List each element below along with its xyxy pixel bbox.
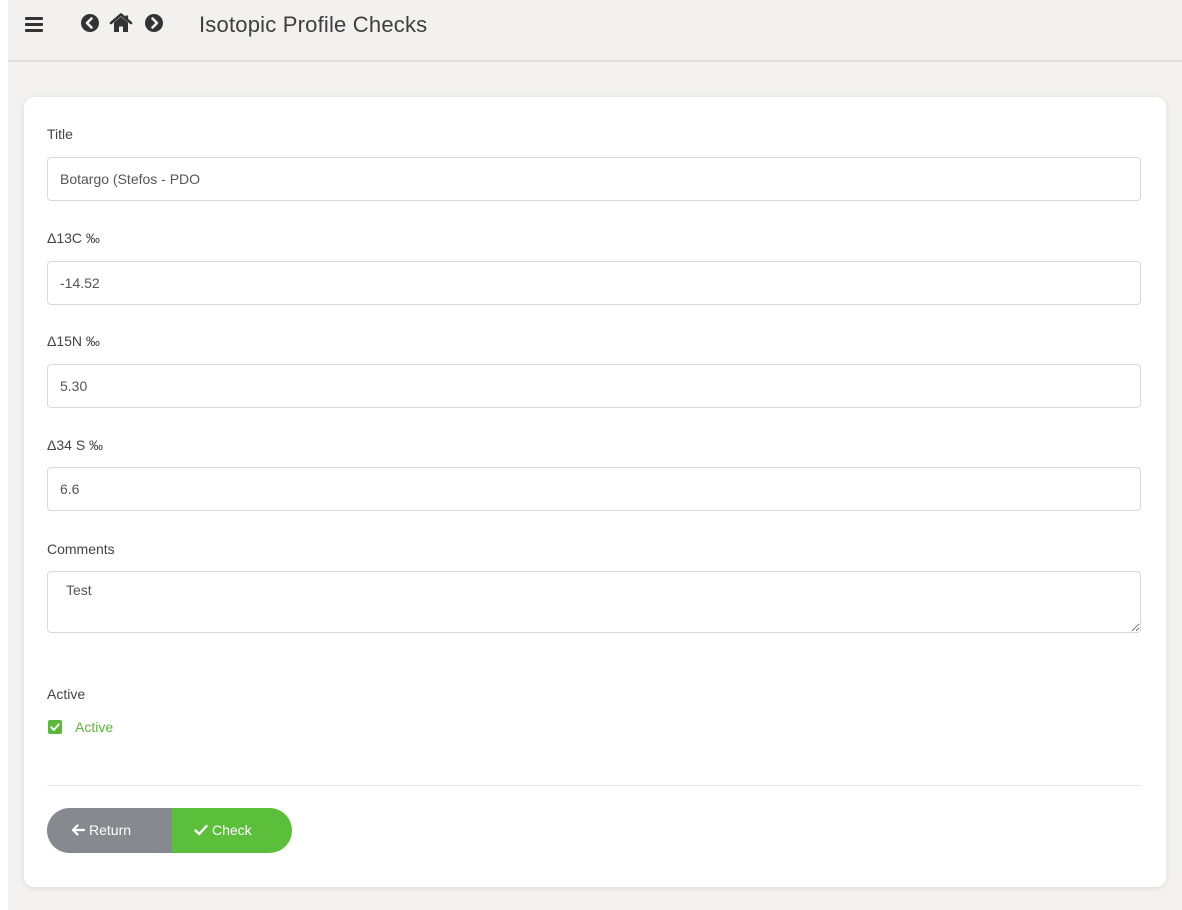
title-label: Title bbox=[47, 126, 73, 142]
back-icon[interactable] bbox=[80, 13, 100, 33]
delta15n-label: Δ15N ‰ bbox=[47, 333, 100, 349]
delta34s-input[interactable] bbox=[47, 467, 1141, 511]
active-checkbox-label[interactable]: Active bbox=[75, 718, 113, 736]
check-icon bbox=[194, 824, 208, 836]
check-button[interactable]: Check bbox=[172, 808, 292, 853]
home-icon[interactable] bbox=[109, 13, 133, 33]
form-divider bbox=[47, 785, 1141, 786]
delta13c-label: Δ13C ‰ bbox=[47, 230, 100, 246]
title-input[interactable] bbox=[47, 157, 1141, 201]
return-button[interactable]: Return bbox=[47, 808, 172, 853]
form-card: Title Δ13C ‰ Δ15N ‰ Δ34 S ‰ Comments Tes… bbox=[24, 97, 1166, 887]
top-bar: Isotopic Profile Checks bbox=[8, 0, 1182, 62]
return-button-label: Return bbox=[89, 822, 132, 838]
forward-icon[interactable] bbox=[144, 13, 164, 33]
comments-label: Comments bbox=[47, 541, 115, 557]
active-checkbox[interactable] bbox=[48, 720, 62, 734]
active-section-label: Active bbox=[47, 686, 86, 702]
delta13c-input[interactable] bbox=[47, 261, 1141, 305]
comments-textarea[interactable]: Test bbox=[47, 571, 1141, 633]
app-shell: Isotopic Profile Checks Title Δ13C ‰ Δ15… bbox=[8, 0, 1182, 910]
checkmark-icon bbox=[50, 723, 60, 731]
check-button-label: Check bbox=[212, 822, 252, 838]
action-button-group: Return Check bbox=[47, 808, 292, 853]
delta15n-input[interactable] bbox=[47, 364, 1141, 408]
arrow-left-icon bbox=[71, 824, 85, 836]
menu-icon[interactable] bbox=[25, 16, 43, 32]
delta34s-label: Δ34 S ‰ bbox=[47, 437, 104, 453]
page-title: Isotopic Profile Checks bbox=[199, 12, 428, 37]
